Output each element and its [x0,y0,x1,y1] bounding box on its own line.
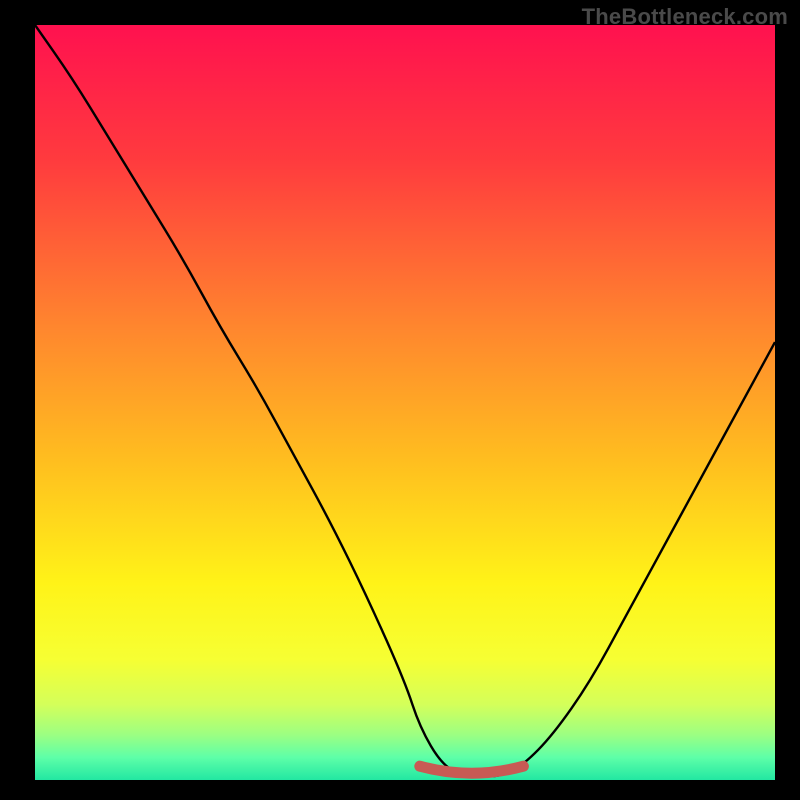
watermark-text: TheBottleneck.com [582,4,788,30]
bottleneck-curve [35,25,775,776]
curve-layer [35,25,775,780]
valley-marker [420,766,524,773]
plot-area [35,25,775,780]
chart-frame: TheBottleneck.com [0,0,800,800]
